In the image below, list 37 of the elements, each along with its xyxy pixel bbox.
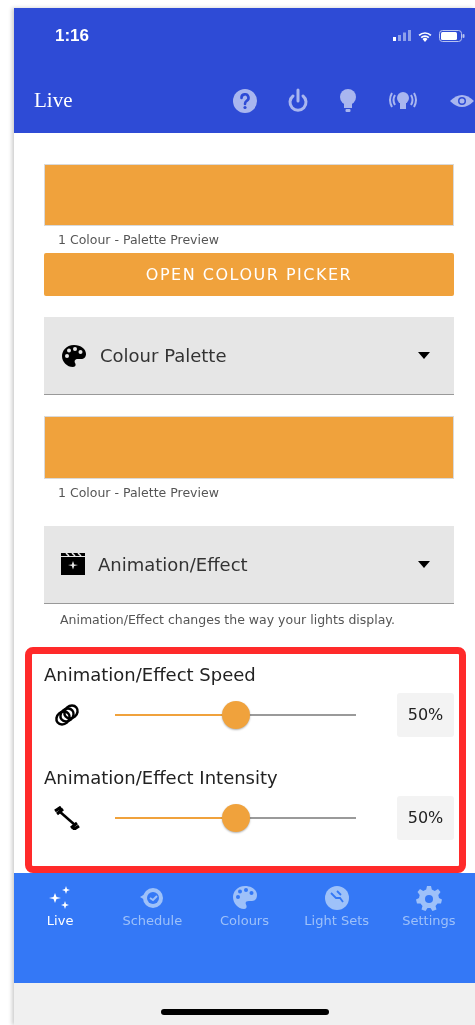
caret-icon bbox=[418, 352, 430, 360]
dumbbell-icon bbox=[54, 805, 80, 830]
palette-icon bbox=[61, 343, 87, 368]
slider-value: 50% bbox=[397, 795, 454, 840]
colour-palette-dropdown[interactable]: Colour Palette bbox=[44, 317, 454, 396]
lightbulb-icon[interactable] bbox=[339, 88, 357, 113]
rings-icon bbox=[54, 702, 80, 727]
effect-helper-text: Animation/Effect changes the way your lights display. bbox=[60, 611, 396, 627]
clock-icon bbox=[139, 885, 166, 911]
tab[interactable]: Colours bbox=[198, 885, 291, 928]
slider-title: Animation/Effect Speed bbox=[44, 663, 257, 685]
tab[interactable]: Light Sets bbox=[290, 885, 383, 928]
slider-title: Animation/Effect Intensity bbox=[44, 766, 279, 788]
power-icon[interactable] bbox=[287, 87, 309, 114]
animation-effect-dropdown[interactable]: Animation/Effect bbox=[44, 525, 454, 604]
caret-icon bbox=[418, 560, 430, 568]
palette-icon bbox=[231, 885, 258, 911]
battery-icon bbox=[439, 29, 465, 42]
signal-icon bbox=[393, 30, 411, 41]
slider-thumb[interactable] bbox=[221, 700, 250, 729]
slider-value: 50% bbox=[397, 692, 454, 737]
tab[interactable]: Settings bbox=[382, 885, 475, 928]
eye-icon[interactable] bbox=[449, 92, 475, 109]
tab[interactable]: Schedule bbox=[106, 885, 199, 928]
broadcast-bulb-icon[interactable] bbox=[387, 89, 419, 112]
preview-caption: 1 Colour - Palette Preview bbox=[58, 232, 220, 248]
slider-thumb[interactable] bbox=[221, 803, 250, 832]
header-title: Live bbox=[34, 88, 73, 113]
wifi-icon bbox=[417, 29, 433, 42]
gear-icon bbox=[415, 885, 442, 911]
preview-caption: 1 Colour - Palette Preview bbox=[58, 484, 220, 500]
help-icon[interactable] bbox=[233, 88, 257, 113]
tab[interactable]: Live bbox=[14, 885, 107, 928]
status-time: 1:16 bbox=[55, 25, 90, 46]
clapperboard-icon bbox=[61, 553, 85, 576]
circuit-icon bbox=[323, 885, 350, 911]
open-colour-picker-button[interactable]: OPEN COLOUR PICKER bbox=[44, 253, 454, 297]
